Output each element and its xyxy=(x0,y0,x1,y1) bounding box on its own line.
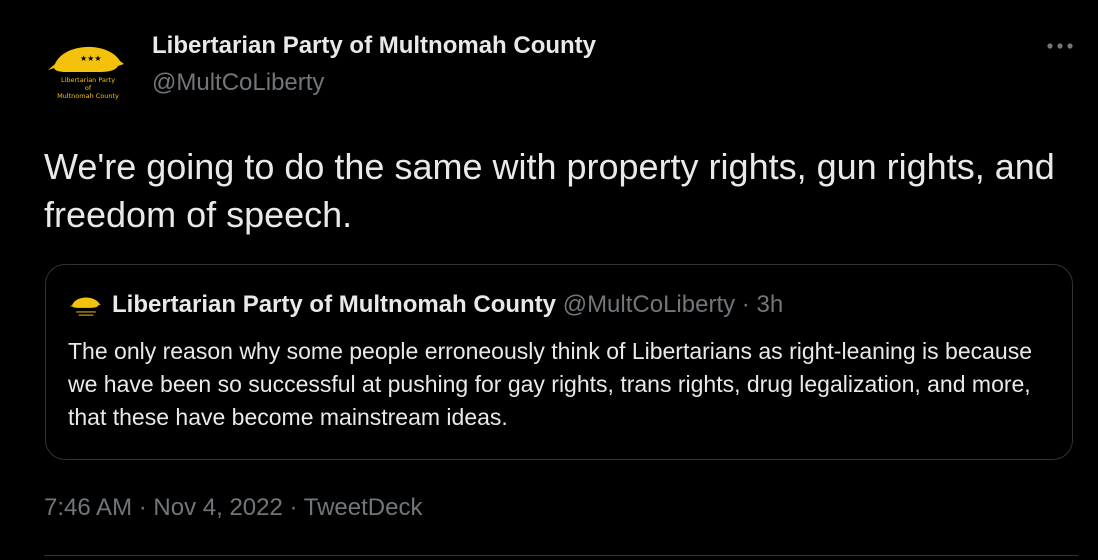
porcupine-logo-icon xyxy=(68,289,104,325)
svg-text:of: of xyxy=(85,84,92,92)
tweet-source-link[interactable]: TweetDeck xyxy=(304,494,423,521)
more-options-button[interactable] xyxy=(1040,30,1080,62)
quoted-tweet[interactable]: Libertarian Party of Multnomah County @M… xyxy=(45,264,1073,460)
quoted-author-avatar[interactable] xyxy=(68,289,104,325)
quoted-author-handle[interactable]: @MultCoLiberty xyxy=(563,291,735,318)
tweet: ★★★ Libertarian Party of Multnomah Count… xyxy=(0,0,1098,560)
tweet-timestamp-time[interactable]: 7:46 AM xyxy=(44,494,132,521)
tweet-meta: 7:46 AM · Nov 4, 2022 · TweetDeck xyxy=(44,494,422,522)
separator-dot: · xyxy=(138,494,147,521)
author-avatar[interactable]: ★★★ Libertarian Party of Multnomah Count… xyxy=(44,26,132,114)
separator-dot: · xyxy=(289,494,298,521)
porcupine-logo-icon: ★★★ Libertarian Party of Multnomah Count… xyxy=(44,26,132,114)
tweet-timestamp-date[interactable]: Nov 4, 2022 xyxy=(153,494,282,521)
author-name[interactable]: Libertarian Party of Multnomah County xyxy=(152,32,596,60)
quoted-tweet-time[interactable]: 3h xyxy=(756,291,783,318)
quoted-author-name[interactable]: Libertarian Party of Multnomah County xyxy=(112,291,556,318)
svg-text:Libertarian Party: Libertarian Party xyxy=(61,76,115,84)
divider xyxy=(44,555,1078,556)
quoted-tweet-text: The only reason why some people erroneou… xyxy=(68,338,1032,430)
quoted-tweet-header: Libertarian Party of Multnomah County @M… xyxy=(112,291,783,319)
svg-text:Multnomah County: Multnomah County xyxy=(57,92,119,100)
separator-dot: · xyxy=(741,291,750,318)
more-horizontal-icon xyxy=(1047,43,1073,49)
tweet-text: We're going to do the same with property… xyxy=(44,146,1055,235)
svg-text:★★★: ★★★ xyxy=(80,54,102,63)
author-handle[interactable]: @MultCoLiberty xyxy=(152,69,324,97)
